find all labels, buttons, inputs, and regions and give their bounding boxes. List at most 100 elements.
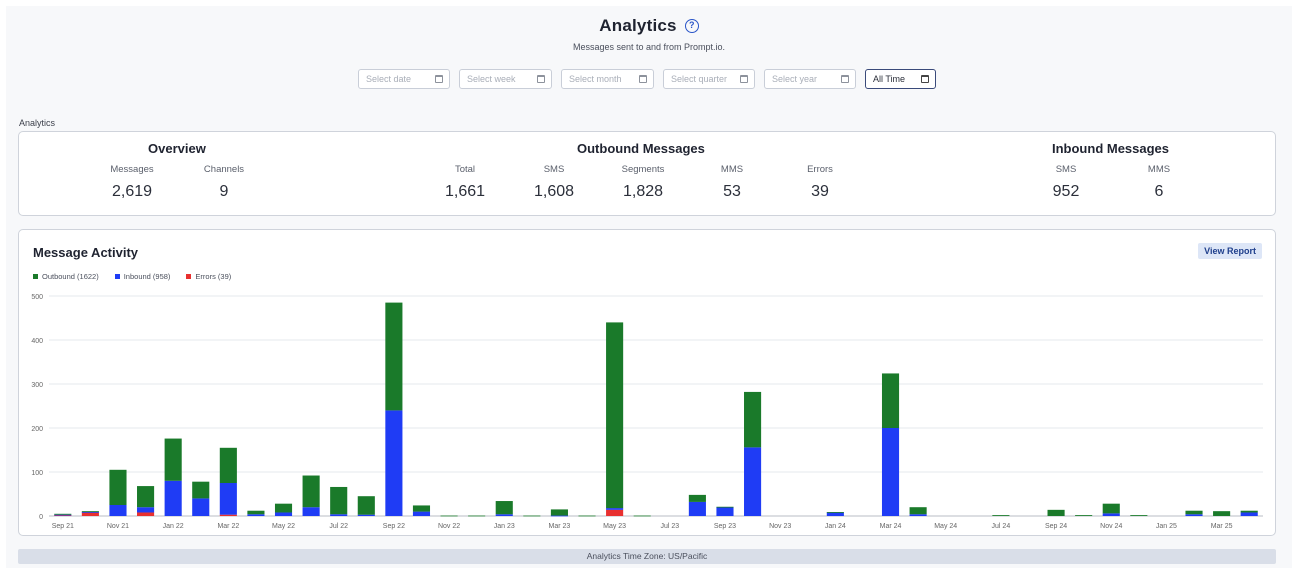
bar-outbound[interactable] bbox=[633, 515, 651, 517]
bar-outbound[interactable] bbox=[1240, 510, 1258, 513]
stat-value: 2,619 bbox=[111, 183, 153, 200]
bar-inbound[interactable] bbox=[54, 514, 72, 516]
bar-inbound[interactable] bbox=[274, 512, 293, 516]
bar-inbound[interactable] bbox=[495, 514, 513, 516]
stat-channels: Channels 9 bbox=[184, 164, 264, 201]
bar-inbound[interactable] bbox=[1185, 514, 1203, 516]
bar-inbound[interactable] bbox=[1240, 512, 1258, 516]
bar-inbound[interactable] bbox=[688, 501, 706, 516]
bar-errors[interactable] bbox=[219, 514, 237, 516]
bar-outbound[interactable] bbox=[385, 302, 403, 411]
bar-outbound[interactable] bbox=[495, 501, 513, 515]
select-quarter-input[interactable]: Select quarter bbox=[663, 69, 755, 89]
bar-inbound[interactable] bbox=[192, 498, 210, 516]
x-tick-label: Jan 25 bbox=[1156, 523, 1177, 530]
bar-outbound[interactable] bbox=[274, 503, 293, 513]
bar-outbound[interactable] bbox=[468, 515, 486, 517]
bar-inbound[interactable] bbox=[909, 514, 927, 516]
bar-errors[interactable] bbox=[81, 512, 99, 516]
calendar-icon bbox=[921, 75, 929, 83]
select-year-input[interactable]: Select year bbox=[764, 69, 856, 89]
bar-inbound[interactable] bbox=[606, 508, 624, 510]
stat-label: Errors bbox=[807, 164, 833, 175]
bar-outbound[interactable] bbox=[1130, 515, 1148, 516]
bar-inbound[interactable] bbox=[164, 480, 182, 516]
stat-value: 1,661 bbox=[444, 183, 486, 200]
bar-outbound[interactable] bbox=[1213, 511, 1231, 516]
stat-outbound-total: Total 1,661 bbox=[425, 164, 505, 201]
bar-inbound[interactable] bbox=[826, 512, 844, 516]
section-label: Analytics bbox=[19, 118, 56, 128]
bar-outbound[interactable] bbox=[744, 391, 762, 448]
bar-outbound[interactable] bbox=[1075, 515, 1093, 516]
bar-outbound[interactable] bbox=[164, 438, 182, 481]
bar-outbound[interactable] bbox=[440, 515, 458, 517]
bar-outbound[interactable] bbox=[716, 506, 734, 508]
bar-outbound[interactable] bbox=[412, 505, 431, 512]
legend-swatch bbox=[33, 274, 38, 279]
bar-outbound[interactable] bbox=[219, 447, 237, 483]
bar-outbound[interactable] bbox=[109, 469, 127, 505]
bar-inbound[interactable] bbox=[330, 514, 348, 516]
filter-placeholder: Select month bbox=[569, 74, 622, 84]
bar-inbound[interactable] bbox=[550, 515, 568, 517]
select-week-input[interactable]: Select week bbox=[459, 69, 552, 89]
bar-outbound[interactable] bbox=[1102, 503, 1120, 514]
bar-inbound[interactable] bbox=[302, 507, 320, 516]
select-date-input[interactable]: Select date bbox=[358, 69, 450, 89]
bar-inbound[interactable] bbox=[81, 512, 99, 513]
bar-outbound[interactable] bbox=[192, 481, 210, 499]
select-month-input[interactable]: Select month bbox=[561, 69, 654, 89]
all-time-button[interactable]: All Time bbox=[865, 69, 936, 89]
bar-inbound[interactable] bbox=[109, 505, 127, 516]
bar-outbound[interactable] bbox=[992, 515, 1010, 516]
title-row: Analytics ? bbox=[6, 16, 1292, 36]
bar-outbound[interactable] bbox=[881, 373, 900, 428]
page-header: Analytics ? Messages sent to and from Pr… bbox=[6, 6, 1292, 52]
question-circle-icon[interactable]: ? bbox=[684, 19, 699, 33]
stat-label: Segments bbox=[621, 164, 665, 175]
x-tick-label: Jul 24 bbox=[992, 523, 1011, 530]
analytics-page: Analytics ? Messages sent to and from Pr… bbox=[6, 6, 1292, 568]
bar-outbound[interactable] bbox=[826, 512, 844, 513]
bar-inbound[interactable] bbox=[219, 483, 237, 515]
page-subtitle: Messages sent to and from Prompt.io. bbox=[572, 42, 726, 52]
bar-outbound[interactable] bbox=[247, 510, 265, 515]
bar-inbound[interactable] bbox=[716, 507, 734, 516]
bar-outbound[interactable] bbox=[330, 486, 348, 515]
bar-outbound[interactable] bbox=[81, 511, 99, 513]
calendar-icon bbox=[639, 75, 647, 83]
stat-label: Total bbox=[454, 164, 476, 175]
bar-outbound[interactable] bbox=[54, 513, 72, 515]
x-tick-label: Jan 22 bbox=[163, 523, 184, 530]
bar-errors[interactable] bbox=[606, 509, 624, 516]
bar-inbound[interactable] bbox=[247, 514, 265, 516]
bar-inbound[interactable] bbox=[412, 511, 431, 516]
bar-inbound[interactable] bbox=[137, 507, 155, 513]
stat-value: 53 bbox=[723, 183, 741, 200]
bar-outbound[interactable] bbox=[302, 475, 320, 508]
view-report-button[interactable]: View Report bbox=[1198, 243, 1262, 259]
bar-inbound[interactable] bbox=[744, 447, 762, 516]
bar-outbound[interactable] bbox=[909, 507, 927, 515]
stats-card: Overview Messages 2,619 Channels 9 Outbo… bbox=[18, 131, 1276, 216]
bar-errors[interactable] bbox=[137, 512, 155, 516]
bar-outbound[interactable] bbox=[523, 515, 541, 517]
bar-inbound[interactable] bbox=[1102, 513, 1120, 516]
message-activity-chart: 0 100 200 300 400 500 Sep 21 Nov 21 Jan 22 Mar 22… bbox=[31, 294, 1263, 530]
x-tick-label: Mar 25 bbox=[1211, 523, 1233, 530]
bar-outbound[interactable] bbox=[1185, 510, 1203, 515]
bar-outbound[interactable] bbox=[1047, 509, 1065, 516]
bar-inbound[interactable] bbox=[357, 514, 375, 516]
bar-outbound[interactable] bbox=[606, 322, 624, 509]
bar-outbound[interactable] bbox=[137, 486, 155, 508]
bar-inbound[interactable] bbox=[385, 410, 403, 516]
bar-outbound[interactable] bbox=[578, 515, 596, 517]
bar-outbound[interactable] bbox=[688, 494, 706, 502]
chart-title: Message Activity bbox=[33, 245, 139, 260]
filter-placeholder: Select quarter bbox=[671, 74, 728, 84]
x-tick-label: May 22 bbox=[272, 523, 295, 530]
bar-outbound[interactable] bbox=[550, 509, 568, 516]
bar-outbound[interactable] bbox=[357, 496, 375, 515]
bar-inbound[interactable] bbox=[881, 428, 900, 516]
